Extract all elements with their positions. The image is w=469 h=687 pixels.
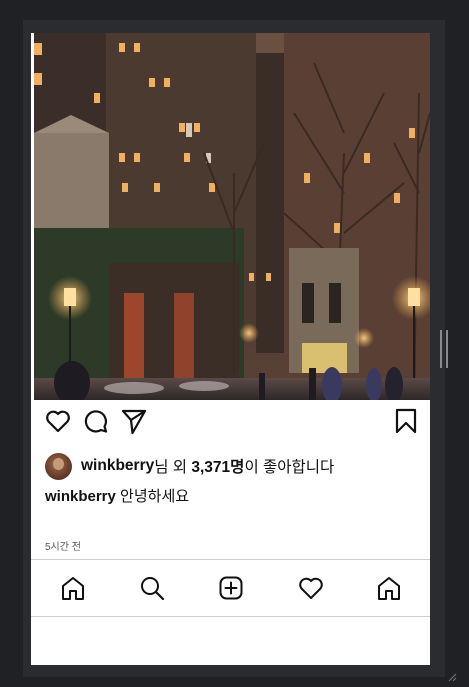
- liker-avatar[interactable]: [45, 452, 72, 480]
- send-icon[interactable]: [120, 407, 148, 435]
- divider-top: [31, 559, 430, 560]
- likes-tail-text: 이 좋아합니다: [244, 459, 335, 476]
- caption-text: 안녕하세요: [115, 488, 190, 505]
- divider-bottom: [31, 616, 430, 617]
- liker-suffix: 님: [154, 459, 169, 476]
- liker-username[interactable]: winkberry: [81, 457, 154, 475]
- post-image[interactable]: [34, 33, 430, 400]
- search-icon[interactable]: [138, 574, 166, 602]
- caption-username[interactable]: winkberry: [45, 488, 116, 505]
- comment-icon[interactable]: [82, 407, 110, 435]
- bottom-nav: [31, 561, 430, 616]
- resize-handle-icon[interactable]: [447, 669, 457, 682]
- post-card: winkberry 님 외 3,371명 이 좋아합니다 winkberry 안…: [31, 33, 430, 665]
- likes-count[interactable]: 3,371명: [191, 455, 244, 477]
- post-actions-bar: [31, 400, 430, 440]
- bookmark-icon[interactable]: [392, 407, 420, 435]
- likes-summary: winkberry 님 외 3,371명 이 좋아합니다: [45, 452, 425, 480]
- post-timestamp: 5시간 전: [45, 542, 81, 553]
- likes-conjunction: 외: [168, 459, 192, 476]
- scrollbar-handle[interactable]: [440, 330, 448, 368]
- add-post-icon[interactable]: [217, 574, 245, 602]
- activity-heart-icon[interactable]: [297, 574, 325, 602]
- night-street-photo: [34, 33, 430, 400]
- home-icon[interactable]: [59, 574, 87, 602]
- profile-home-icon[interactable]: [375, 574, 403, 602]
- post-caption: winkberry 안녕하세요: [45, 485, 189, 506]
- heart-icon[interactable]: [44, 407, 72, 435]
